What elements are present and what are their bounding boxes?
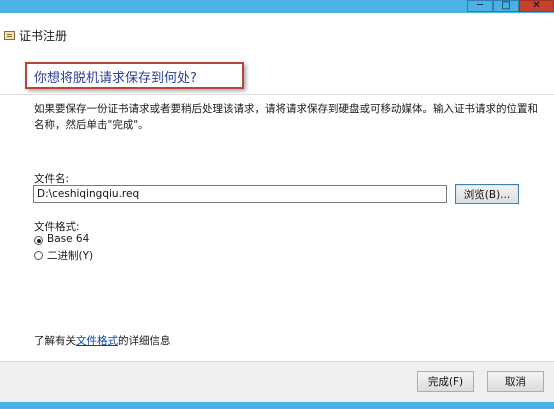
filename-input[interactable]: D:\ceshiqingqiu.req — [33, 185, 447, 203]
file-format-label: 文件格式: — [34, 221, 80, 233]
cancel-button[interactable]: 取消 — [487, 371, 544, 392]
finish-button[interactable]: 完成(F) — [417, 371, 474, 392]
minimize-button[interactable]: ─ — [467, 0, 493, 12]
certificate-icon — [4, 31, 15, 40]
file-format-link[interactable]: 文件格式 — [76, 335, 118, 347]
minimize-icon: ─ — [476, 0, 484, 11]
filename-label: 文件名: — [34, 173, 70, 185]
title-bar: 证书注册 — [0, 13, 554, 55]
dialog-footer: 完成(F) 取消 — [0, 362, 554, 402]
maximize-button[interactable]: □ — [493, 0, 519, 12]
maximize-icon: □ — [501, 0, 511, 11]
help-suffix: 的详细信息 — [118, 335, 171, 347]
close-icon: ✕ — [532, 0, 541, 11]
browse-button[interactable]: 浏览(B)... — [455, 184, 519, 204]
radio-base64-label[interactable]: Base 64 — [47, 233, 89, 245]
radio-binary[interactable] — [34, 251, 43, 260]
description-text: 如果要保存一份证书请求或者要稍后处理该请求，请将请求保存到硬盘或可移动媒体。输入… — [34, 103, 538, 131]
header-divider — [0, 94, 554, 95]
window-title: 证书注册 — [19, 29, 68, 43]
help-text: 了解有关文件格式的详细信息 — [34, 333, 171, 348]
page-heading: 你想将脱机请求保存到何处? — [34, 71, 197, 86]
window-bottom-border — [0, 402, 554, 409]
radio-base64[interactable] — [34, 236, 43, 245]
radio-binary-label[interactable]: 二进制(Y) — [47, 248, 93, 263]
help-prefix: 了解有关 — [34, 335, 76, 347]
close-button[interactable]: ✕ — [519, 0, 554, 12]
